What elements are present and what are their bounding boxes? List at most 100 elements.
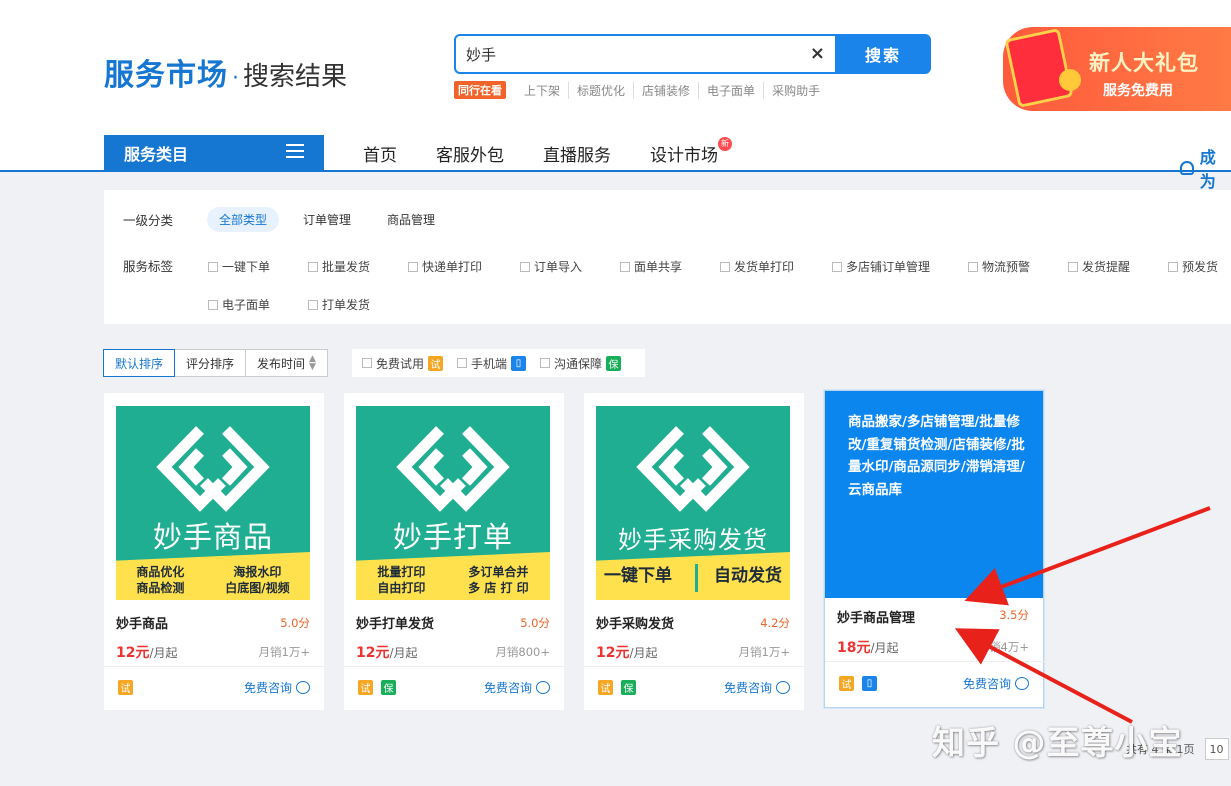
product-card[interactable]: 妙手采购发货 一键下单 自动发货 妙手采购发货 4.2分 12元/月起 月销1万+ 试保免费咨… [584,393,804,710]
service-tag-checkbox[interactable]: 打单发货 [308,296,370,313]
image-band-text: 一键下单 自动发货 [596,564,790,592]
band-item: 多 店 打 印 [468,581,529,595]
free-consult-link[interactable]: 免费咨询 [244,679,310,696]
brand-name: 服务市场 [104,58,228,93]
checkbox-square [968,261,978,272]
product-card[interactable]: 妙手商品 商品优化 商品检测 海报水印 白底图/视频 妙手商品 5.0分 12元/月起 月销1万… [104,393,324,710]
product-image[interactable]: 妙手商品 商品优化 商品检测 海报水印 白底图/视频 [116,406,310,600]
coin-icon [1059,69,1081,91]
product-image[interactable]: 妙手打单 批量打印 自由打印 多订单合并多 店 打 印 [356,406,550,600]
trial-tag-icon: 试 [839,676,854,691]
price-unit: /月起 [149,646,178,660]
service-tag-checkbox[interactable]: 批量发货 [308,258,370,275]
nav-customer-service-outsourcing[interactable]: 客服外包 [436,141,504,166]
service-tag-checkbox[interactable]: 物流预警 [968,258,1030,275]
service-tag-label: 打单发货 [322,298,371,312]
filter-order-management[interactable]: 订单管理 [291,207,363,232]
become-provider-link[interactable]: 成为 [1180,144,1231,192]
service-tag-checkbox[interactable]: 一键下单 [208,258,270,275]
price-value: 12元 [356,645,390,661]
product-title[interactable]: 妙手采购发货 [596,613,674,632]
product-title[interactable]: 妙手商品 [116,613,168,632]
product-sales: 月销4万+ [977,640,1029,654]
service-tag-label: 预发货 [1182,260,1219,274]
product-tags: 试保 [358,680,404,695]
chat-bubble-icon [1015,677,1029,690]
service-category-menu[interactable]: 服务类目 [104,135,324,171]
band-item: 商品优化 [136,565,185,579]
product-image[interactable]: 妙手采购发货 一键下单 自动发货 [596,406,790,600]
free-trial-label: 免费试用 [376,356,425,371]
consult-label: 免费咨询 [723,681,772,695]
band-item: 自动发货 [714,566,782,586]
hotword-link[interactable]: 采购助手 [764,82,828,99]
hotword-link[interactable]: 店铺装修 [634,81,700,99]
level1-label: 一级分类 [123,213,174,228]
product-title[interactable]: 妙手商品管理 [837,607,915,626]
clear-icon[interactable]: × [810,43,825,64]
product-title[interactable]: 妙手打单发货 [356,613,434,632]
chat-bubble-icon [296,681,310,694]
service-tag-checkbox[interactable]: 电子面单 [208,296,270,313]
service-tag-label: 面单共享 [634,260,683,274]
nav-design-market[interactable]: 设计市场新 [650,137,757,166]
price-unit: /月起 [629,646,658,660]
chat-bubble-icon [776,681,790,694]
product-price: 12元/月起 [596,642,658,662]
site-logo[interactable]: 服务市场 · 搜索结果 [104,50,347,94]
filter-product-management[interactable]: 商品管理 [375,207,447,232]
nav-home[interactable]: 首页 [363,141,397,166]
product-card[interactable]: 商品搬家/多店铺管理/批量修改/重复铺货检测/店铺装修/批量水印/商品源同步/滞… [824,390,1045,708]
band-item: 商品检测 [136,581,185,595]
promo-subtitle: 服务免费用 [1103,83,1173,99]
filter-all-types[interactable]: 全部类型 [207,207,280,232]
free-consult-link[interactable]: 免费咨询 [963,675,1029,692]
sort-default[interactable]: 默认排序 [103,349,176,377]
free-trial-checkbox[interactable]: 免费试用试 [362,355,444,372]
product-image-text: 商品搬家/多店铺管理/批量修改/重复铺货检测/店铺装修/批量水印/商品源同步/滞… [848,414,1025,498]
free-consult-link[interactable]: 免费咨询 [724,679,790,696]
mobile-checkbox[interactable]: 手机端 ▯ [457,355,527,372]
hotword-link[interactable]: 标题优化 [569,81,635,99]
band-separator [688,564,698,592]
nav-links: 首页 客服外包 直播服务 设计市场新 [363,137,796,166]
price-unit: /月起 [389,646,418,660]
trial-tag-icon: 试 [598,680,613,695]
product-card[interactable]: 妙手打单 批量打印 自由打印 多订单合并多 店 打 印妙手打单发货 5.0分 12元/月起… [344,393,564,710]
nav-live-streaming[interactable]: 直播服务 [543,141,611,166]
band-col: 海报水印 白底图/视频 [225,564,289,596]
consult-label: 免费咨询 [962,677,1011,691]
band-col: 商品优化 商品检测 [136,564,184,596]
service-tag-checkbox[interactable]: 多店铺订单管理 [832,258,930,275]
hotword-link[interactable]: 电子面单 [699,81,765,99]
band-item: 多订单合并 [468,565,529,579]
service-tag-label: 电子面单 [222,298,271,312]
hotword-link[interactable]: 上下架 [516,81,570,99]
product-image[interactable]: 商品搬家/多店铺管理/批量修改/重复铺货检测/店铺装修/批量水印/商品源同步/滞… [825,391,1043,598]
free-consult-link[interactable]: 免费咨询 [484,679,550,696]
newcomer-gift-banner[interactable]: 新人大礼包 服务免费用 [1003,27,1231,111]
product-price: 12元/月起 [356,642,418,662]
service-tag-label: 一键下单 [222,260,271,274]
service-tag-checkbox[interactable]: 发货提醒 [1068,258,1130,275]
product-tags: 试 ▯ [839,676,885,691]
service-tag-checkbox[interactable]: 订单导入 [520,258,582,275]
guarantee-checkbox[interactable]: 沟通保障保 [540,355,622,372]
sort-rating[interactable]: 评分排序 [174,349,247,377]
miaoshou-logo-icon [396,426,510,512]
trial-tag-icon: 试 [428,355,444,371]
service-tag-checkbox[interactable]: 发货单打印 [720,258,794,275]
page-size-select[interactable]: 10 [1204,738,1229,760]
service-tag-checkbox[interactable]: 面单共享 [620,258,682,275]
price-value: 12元 [596,645,630,661]
sort-publish-time[interactable]: 发布时间 ▲ ▼ [245,349,328,377]
consult-label: 免费咨询 [483,681,532,695]
service-tag-checkbox[interactable]: 预发货 [1168,258,1218,275]
guarantee-label: 沟通保障 [554,356,603,371]
product-score: 5.0分 [280,616,310,630]
card-divider [104,666,324,667]
sort-arrows-icon: ▲ ▼ [309,354,316,372]
search-button[interactable]: 搜索 [835,34,931,74]
search-input[interactable]: 妙手 × [454,34,835,74]
service-tag-checkbox[interactable]: 快递单打印 [408,258,482,275]
